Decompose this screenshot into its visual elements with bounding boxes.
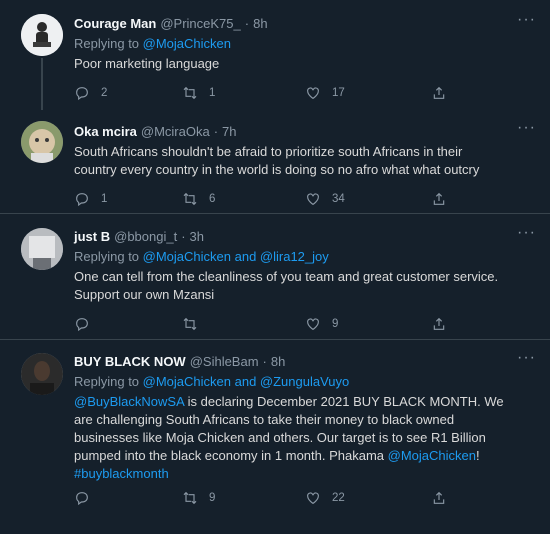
like-button[interactable]: 34 [305, 191, 431, 207]
author-name[interactable]: Oka mcira [74, 123, 137, 140]
tweet-text: Poor marketing language [74, 56, 220, 71]
separator-dot: · [181, 229, 186, 244]
avatar-image [21, 228, 63, 270]
tweet-2[interactable]: Oka mcira @MciraOka · 7h ··· South Afric… [0, 107, 550, 214]
avatar-image [21, 353, 63, 395]
separator-dot: · [244, 16, 250, 31]
retweet-icon [183, 317, 197, 331]
share-icon [433, 86, 445, 99]
avatar[interactable] [21, 14, 63, 56]
reply-button[interactable]: 2 [74, 85, 182, 101]
timestamp[interactable]: 3h [190, 228, 204, 245]
reply-icon [76, 318, 88, 332]
author-name[interactable]: BUY BLACK NOW [74, 353, 186, 370]
reply-icon [76, 492, 88, 506]
mention-link[interactable]: @lira12_joy [260, 249, 329, 264]
like-button[interactable]: 17 [305, 85, 431, 101]
share-button[interactable] [431, 191, 447, 207]
thread-line [41, 58, 43, 110]
hashtag-link[interactable]: #buyblackmonth [74, 466, 169, 481]
replying-to: Replying to @MojaChicken and @ZungulaVuy… [74, 374, 350, 389]
retweet-button[interactable]: 1 [182, 85, 305, 101]
more-options-icon[interactable]: ··· [517, 225, 536, 241]
share-button[interactable] [431, 85, 447, 101]
retweet-icon [183, 192, 197, 206]
like-button[interactable]: 22 [305, 490, 431, 506]
avatar[interactable] [21, 353, 63, 395]
share-icon [433, 317, 445, 330]
retweet-button[interactable]: 6 [182, 191, 305, 207]
avatar[interactable] [21, 121, 63, 163]
retweet-icon [183, 86, 197, 100]
more-options-icon[interactable]: ··· [517, 120, 536, 136]
heart-icon [307, 193, 319, 206]
author-handle[interactable]: @bbongi_t [114, 228, 177, 245]
tweet-text: @BuyBlackNowSA is declaring December 202… [74, 394, 504, 481]
tweet-text: One can tell from the cleanliness of you… [74, 269, 499, 302]
author-name[interactable]: Courage Man [74, 15, 156, 32]
reply-button[interactable] [74, 490, 182, 506]
more-options-icon[interactable]: ··· [517, 350, 536, 366]
avatar-image [21, 14, 63, 56]
like-button[interactable]: 9 [305, 316, 431, 332]
heart-icon [307, 87, 319, 100]
heart-icon [307, 318, 319, 331]
tweet-text: South Africans shouldn't be afraid to pr… [74, 144, 480, 177]
author-handle[interactable]: @MciraOka [141, 123, 210, 140]
avatar[interactable] [21, 228, 63, 270]
replying-to: Replying to @MojaChicken and @lira12_joy [74, 249, 329, 264]
retweet-icon [183, 491, 197, 505]
separator-dot: · [213, 124, 219, 139]
share-icon [433, 192, 445, 205]
retweet-button[interactable]: 9 [182, 490, 305, 506]
avatar-image [21, 121, 63, 163]
timestamp[interactable]: 8h [271, 353, 285, 370]
separator-dot: · [262, 354, 267, 369]
reply-button[interactable]: 1 [74, 191, 182, 207]
tweet-4[interactable]: BUY BLACK NOW @SihleBam · 8h ··· Replyin… [0, 340, 550, 534]
share-icon [433, 491, 445, 504]
heart-icon [307, 492, 319, 505]
retweet-button[interactable] [182, 316, 305, 332]
mention-link[interactable]: @MojaChicken [143, 374, 231, 389]
tweet-1[interactable]: Courage Man @PrinceK75_ · 8h ··· Replyin… [0, 0, 550, 110]
author-handle[interactable]: @SihleBam [190, 353, 259, 370]
timestamp[interactable]: 7h [222, 123, 236, 140]
mention-link[interactable]: @MojaChicken [143, 249, 231, 264]
mention-link[interactable]: @ZungulaVuyo [260, 374, 349, 389]
author-handle[interactable]: @PrinceK75_ [160, 15, 240, 32]
mention-link[interactable]: @BuyBlackNowSA [74, 394, 184, 409]
mention-link[interactable]: @MojaChicken [388, 448, 476, 463]
more-options-icon[interactable]: ··· [517, 12, 536, 28]
mention-link[interactable]: @MojaChicken [143, 36, 231, 51]
share-button[interactable] [431, 490, 447, 506]
share-button[interactable] [431, 316, 447, 332]
author-name[interactable]: just B [74, 228, 110, 245]
tweet-3[interactable]: just B @bbongi_t · 3h ··· Replying to @M… [0, 214, 550, 340]
reply-button[interactable] [74, 316, 182, 332]
timestamp[interactable]: 8h [253, 15, 267, 32]
reply-icon [76, 87, 88, 101]
replying-to: Replying to @MojaChicken [74, 36, 231, 51]
reply-icon [76, 193, 88, 207]
